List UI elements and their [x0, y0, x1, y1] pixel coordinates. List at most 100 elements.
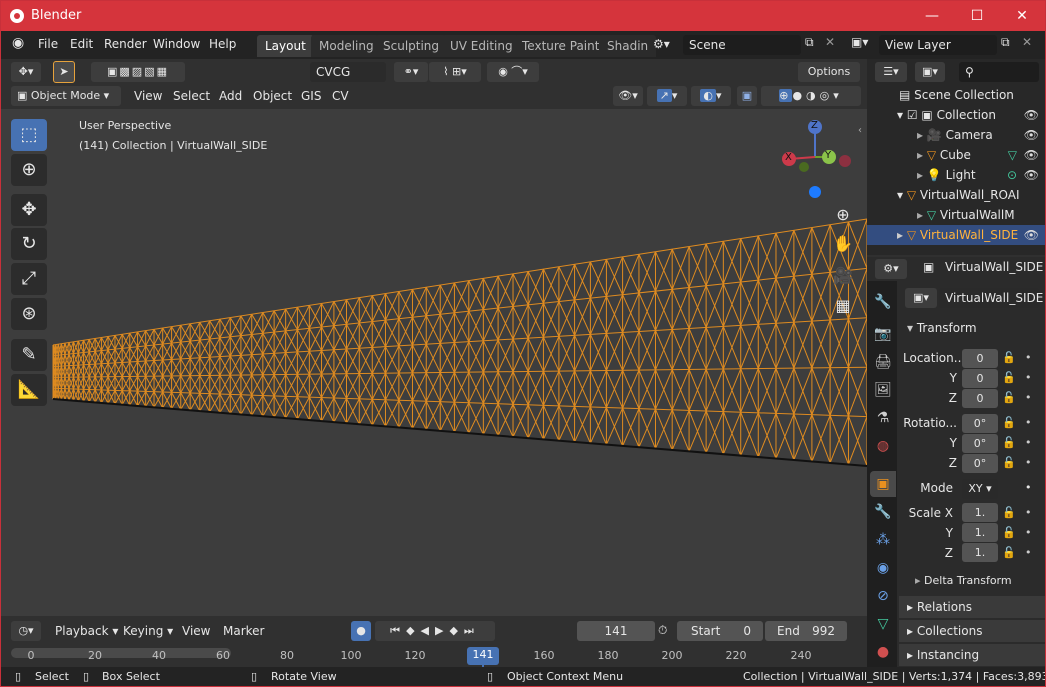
menu-select[interactable]: Select — [173, 89, 210, 103]
eye-icon[interactable]: 👁 — [1024, 165, 1039, 185]
menu-file[interactable]: File — [38, 37, 58, 51]
close-icon[interactable]: ✕ — [999, 1, 1045, 31]
outliner-row-virtualwallm[interactable]: ▸ ▽ VirtualWallM — [867, 205, 1045, 225]
outliner-row-collection[interactable]: ▾ ☑ ▣ Collection 👁 — [867, 105, 1045, 125]
keyframe-dot-icon[interactable]: • — [1025, 416, 1032, 429]
tool-tab-icon[interactable]: 🔧 — [870, 289, 896, 315]
pivot-point-icon[interactable]: ⚭▾ — [394, 62, 428, 82]
lock-icon[interactable]: 🔓 — [1002, 546, 1016, 559]
copy-view-layer-icon[interactable]: ⧉ — [1001, 35, 1010, 50]
menu-render[interactable]: Render — [104, 37, 147, 51]
properties-editor-icon[interactable]: ⚙▾ — [875, 259, 907, 279]
clock-icon[interactable]: ⏱ — [658, 623, 667, 638]
keyframe-dot-icon[interactable]: • — [1025, 436, 1032, 449]
lock-icon[interactable]: 🔓 — [1002, 506, 1016, 519]
navigation-gizmo[interactable]: Z X Y — [777, 119, 857, 199]
proportional-edit-icon[interactable]: ◉ ⌒▾ — [487, 62, 539, 82]
scene-tab-icon[interactable]: ⚗ — [870, 405, 896, 431]
keyframe-dot-icon[interactable]: • — [1025, 526, 1032, 539]
lock-icon[interactable]: 🔓 — [1002, 416, 1016, 429]
outliner-editor-icon[interactable]: ☰▾ — [875, 62, 907, 82]
keyframe-dot-icon[interactable]: • — [1025, 371, 1032, 384]
menu-help[interactable]: Help — [209, 37, 236, 51]
menu-marker[interactable]: Marker — [223, 624, 264, 638]
output-tab-icon[interactable]: 🖨 — [870, 349, 896, 375]
rotation-y-field[interactable]: 0° — [962, 434, 998, 453]
overlay-toggle-icon[interactable]: ◐ ▾ — [691, 86, 731, 106]
select-mode-icons[interactable]: ▣▩▨▧▦ — [91, 62, 185, 82]
tab-texture-paint[interactable]: Texture Paint — [514, 35, 608, 57]
constraints-tab-icon[interactable]: ⊘ — [870, 583, 896, 609]
view-layer-icon[interactable]: ▣▾ — [851, 35, 868, 49]
current-frame-field[interactable]: 141 — [577, 621, 655, 641]
outliner-row-cube[interactable]: ▸ ▽ Cube ▽ 👁 — [867, 145, 1045, 165]
outliner-row-virtualwall-side[interactable]: ▸ ▽ VirtualWall_SIDE 👁 — [867, 225, 1045, 245]
instancing-section[interactable]: ▸ Instancing — [899, 644, 1045, 666]
tab-modeling[interactable]: Modeling — [311, 35, 382, 57]
material-tab-icon[interactable]: ● — [870, 639, 896, 665]
zoom-icon[interactable]: ⊕ — [830, 202, 856, 228]
menu-timeline-view[interactable]: View — [182, 624, 210, 638]
eye-icon[interactable]: 👁 — [1024, 145, 1039, 165]
keyframe-dot-icon[interactable]: • — [1025, 351, 1032, 364]
keyframe-dot-icon[interactable]: • — [1025, 546, 1032, 559]
menu-playback[interactable]: Playback ▾ — [55, 624, 118, 638]
tab-shading[interactable]: Shadin — [599, 35, 657, 57]
mode-dropdown[interactable]: ▣ Object Mode ▾ — [11, 86, 121, 106]
move-tool[interactable]: ✥ — [11, 194, 47, 226]
view-layer-field[interactable]: View Layer — [879, 35, 997, 55]
menu-edit[interactable]: Edit — [70, 37, 93, 51]
minimize-icon[interactable]: — — [909, 1, 955, 31]
select-box-tool[interactable]: ⬚ — [11, 119, 47, 151]
rotate-tool[interactable]: ↻ — [11, 228, 47, 260]
keyframe-dot-icon[interactable]: • — [1025, 456, 1032, 469]
scale-y-field[interactable]: 1. — [962, 523, 998, 542]
outliner-row-virtualwall-road[interactable]: ▾ ▽ VirtualWall_ROAI — [867, 185, 1045, 205]
xray-icon[interactable]: ▣ — [737, 86, 757, 106]
end-frame-field[interactable]: End 992 — [765, 621, 847, 641]
menu-cv[interactable]: CV — [332, 89, 349, 103]
modifier-tab-icon[interactable]: 🔧 — [870, 499, 896, 525]
outliner-search-input[interactable]: ⚲ — [959, 62, 1039, 82]
menu-object[interactable]: Object — [253, 89, 292, 103]
keyframe-dot-icon[interactable]: • — [1025, 481, 1032, 494]
menu-window[interactable]: Window — [153, 37, 200, 51]
maximize-icon[interactable]: ☐ — [954, 1, 1000, 31]
scale-z-field[interactable]: 1. — [962, 543, 998, 562]
tab-uv-editing[interactable]: UV Editing — [442, 35, 521, 57]
gizmo-toggle-icon[interactable]: ↗ ▾ — [647, 86, 687, 106]
visibility-icon[interactable]: 👁▾ — [613, 86, 643, 106]
tab-layout[interactable]: Layout — [257, 35, 314, 57]
checkbox-icon[interactable]: ☑ — [907, 108, 922, 122]
annotate-tool[interactable]: ✎ — [11, 339, 47, 371]
copy-scene-icon[interactable]: ⧉ — [805, 35, 814, 50]
remove-view-layer-icon[interactable]: ✕ — [1022, 35, 1032, 49]
world-tab-icon[interactable]: ◍ — [870, 433, 896, 459]
eye-icon[interactable]: 👁 — [1024, 105, 1039, 125]
transform-section-header[interactable]: ▾ Transform — [899, 317, 1045, 339]
eye-icon[interactable]: 👁 — [1024, 125, 1039, 145]
tab-sculpting[interactable]: Sculpting — [375, 35, 448, 57]
lock-icon[interactable]: 🔓 — [1002, 526, 1016, 539]
render-tab-icon[interactable]: 📷 — [870, 321, 896, 347]
lock-icon[interactable]: 🔓 — [1002, 351, 1016, 364]
remove-scene-icon[interactable]: ✕ — [825, 35, 835, 49]
display-mode-icon[interactable]: ▣▾ — [915, 62, 945, 82]
cursor-tool[interactable]: ⊕ — [11, 154, 47, 186]
lock-icon[interactable]: 🔓 — [1002, 456, 1016, 469]
datablock-icon[interactable]: ▣▾ — [905, 288, 937, 308]
record-icon[interactable]: ● — [351, 621, 371, 641]
rotation-x-field[interactable]: 0° — [962, 414, 998, 433]
view-layer-tab-icon[interactable]: 🖼 — [870, 377, 896, 403]
transform-orientation-dropdown[interactable]: CVCG — [310, 62, 386, 82]
3d-viewport[interactable]: ⬚ ⊕ ✥ ↻ ⤢ ⊛ ✎ 📐 User Perspective (141) C… — [1, 109, 867, 616]
outliner-row-scene-collection[interactable]: ▤ Scene Collection — [867, 85, 1045, 105]
datablock-name-field[interactable]: VirtualWall_SIDE — [939, 288, 1043, 308]
scale-x-field[interactable]: 1. — [962, 503, 998, 522]
grid-view-icon[interactable]: ▦ — [830, 293, 856, 319]
start-frame-field[interactable]: Start 0 — [677, 621, 763, 641]
lock-icon[interactable]: 🔓 — [1002, 371, 1016, 384]
physics-tab-icon[interactable]: ◉ — [870, 555, 896, 581]
blender-menu-icon[interactable]: ◉ — [12, 35, 24, 51]
delta-transform-subpanel[interactable]: ▸ Delta Transform — [915, 574, 1012, 587]
